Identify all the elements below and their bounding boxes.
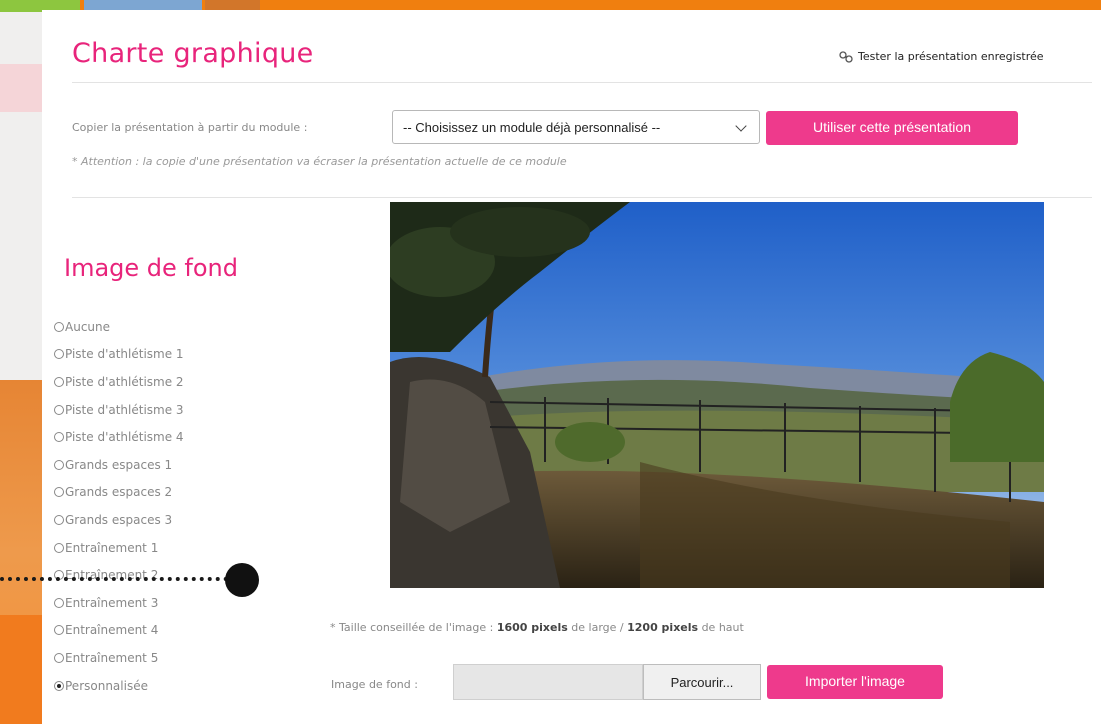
import-image-button[interactable]: Importer l'image (767, 665, 943, 699)
link-icon (838, 51, 854, 63)
radio-option[interactable]: Entraînement 2 (54, 561, 184, 589)
radio-button[interactable] (54, 376, 64, 387)
use-presentation-button[interactable]: Utiliser cette présentation (766, 111, 1018, 145)
radio-option[interactable]: Piste d'athlétisme 4 (54, 423, 184, 451)
radio-button[interactable] (54, 625, 64, 636)
radio-option[interactable]: Grands espaces 1 (54, 451, 184, 479)
divider (72, 82, 1092, 83)
radio-label: Piste d'athlétisme 2 (65, 374, 184, 389)
size-note-prefix: * Taille conseillée de l'image : (330, 621, 494, 634)
radio-label: Grands espaces 2 (65, 485, 173, 500)
radio-option[interactable]: Entraînement 4 (54, 617, 184, 645)
side-orange-bottom (0, 615, 42, 724)
browse-button[interactable]: Parcourir... (643, 664, 761, 700)
radio-option[interactable]: Piste d'athlétisme 2 (54, 368, 184, 396)
radio-option[interactable]: Aucune (54, 313, 184, 341)
radio-label: Grands espaces 3 (65, 512, 173, 527)
radio-button-checked[interactable] (54, 680, 64, 691)
radio-button[interactable] (54, 487, 64, 498)
test-presentation-link[interactable]: Tester la présentation enregistrée (838, 50, 1044, 63)
radio-label: Personnalisée (65, 678, 148, 693)
size-note-middle: de large / (571, 621, 624, 634)
radio-button[interactable] (54, 514, 64, 525)
size-note-suffix: de haut (701, 621, 744, 634)
section-title: Image de fond (64, 254, 238, 282)
callout-dot (225, 563, 259, 597)
radio-option[interactable]: Entraînement 1 (54, 534, 184, 562)
background-preview-image (390, 202, 1044, 588)
radio-label: Entraînement 5 (65, 650, 159, 665)
side-pink-strip (0, 64, 42, 112)
radio-button[interactable] (54, 459, 64, 470)
size-note-width: 1600 pixels (496, 621, 568, 634)
radio-button[interactable] (54, 597, 64, 608)
radio-button[interactable] (54, 542, 64, 553)
image-size-note: * Taille conseillée de l'image : 1600 pi… (330, 621, 744, 634)
copy-warning: * Attention : la copie d'une présentatio… (72, 155, 567, 168)
radio-button[interactable] (54, 652, 64, 663)
radio-option[interactable]: Piste d'athlétisme 1 (54, 341, 184, 369)
radio-label: Entraînement 4 (65, 623, 159, 638)
divider (72, 197, 1092, 198)
radio-label: Piste d'athlétisme 4 (65, 430, 184, 445)
radio-option-selected[interactable]: Personnalisée (54, 672, 184, 700)
radio-button[interactable] (54, 321, 64, 332)
radio-option[interactable]: Grands espaces 2 (54, 479, 184, 507)
radio-button[interactable] (54, 432, 64, 443)
file-input-label: Image de fond : (331, 678, 418, 691)
radio-label: Piste d'athlétisme 3 (65, 402, 184, 417)
page-title: Charte graphique (72, 38, 314, 69)
radio-label: Grands espaces 1 (65, 457, 173, 472)
radio-label: Piste d'athlétisme 1 (65, 347, 184, 362)
radio-option[interactable]: Piste d'athlétisme 3 (54, 396, 184, 424)
radio-button[interactable] (54, 349, 64, 360)
radio-option[interactable]: Grands espaces 3 (54, 506, 184, 534)
size-note-height: 1200 pixels (627, 621, 699, 634)
copy-label: Copier la présentation à partir du modul… (72, 121, 308, 134)
callout-dotted-line (0, 577, 228, 581)
radio-option[interactable]: Entraînement 3 (54, 589, 184, 617)
radio-label: Entraînement 3 (65, 595, 159, 610)
radio-label: Entraînement 1 (65, 540, 159, 555)
background-options: Aucune Piste d'athlétisme 1 Piste d'athl… (54, 313, 184, 699)
module-select-value: -- Choisissez un module déjà personnalis… (403, 120, 661, 135)
file-path-input[interactable] (453, 664, 643, 700)
radio-option[interactable]: Entraînement 5 (54, 644, 184, 672)
chevron-down-icon (735, 120, 747, 132)
radio-label: Aucune (65, 319, 111, 334)
module-select[interactable]: -- Choisissez un module déjà personnalis… (392, 110, 760, 144)
test-link-label: Tester la présentation enregistrée (858, 50, 1044, 63)
radio-button[interactable] (54, 404, 64, 415)
